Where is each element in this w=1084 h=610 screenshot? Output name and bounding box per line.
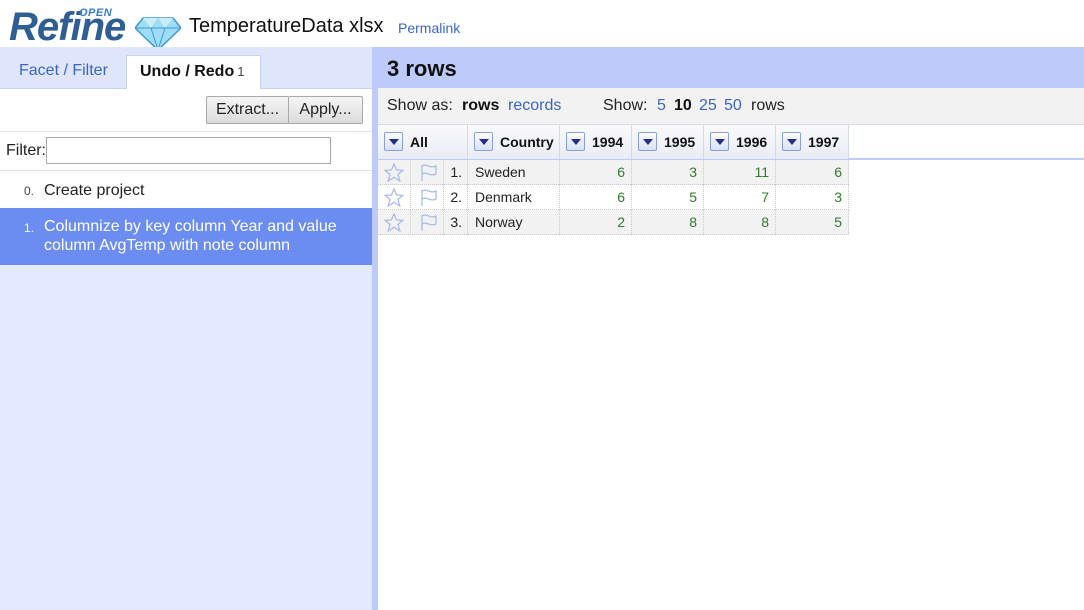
- column-header-country: Country: [468, 125, 560, 159]
- undo-toolbar: Extract... Apply...: [0, 89, 372, 132]
- page-size-5-link[interactable]: 5: [657, 97, 666, 115]
- column-menu-dropdown-icon[interactable]: [384, 132, 403, 151]
- column-menu-dropdown-icon[interactable]: [638, 132, 657, 151]
- extract-button[interactable]: Extract...: [206, 96, 289, 124]
- page-size-50-link[interactable]: 50: [724, 97, 742, 115]
- tab-facet-filter-label: Facet / Filter: [19, 62, 108, 79]
- column-header-1997: 1997: [776, 125, 849, 159]
- openrefine-logo[interactable]: Refine OPEN: [9, 4, 181, 50]
- star-cell: [378, 210, 411, 235]
- page-size-25-link[interactable]: 25: [699, 97, 717, 115]
- undo-count-badge: 1: [237, 64, 245, 79]
- page-size-label: Show:: [603, 97, 648, 114]
- permalink-link[interactable]: Permalink: [398, 20, 460, 36]
- history-filter-row: Filter:: [0, 132, 372, 171]
- history-list: 0. Create project 1. Columnize by key co…: [0, 171, 372, 265]
- table-row: 2. Denmark 6 5 7 3: [378, 185, 849, 210]
- column-header-label: 1997: [808, 134, 840, 150]
- tab-undo-redo[interactable]: Undo / Redo 1: [126, 55, 261, 90]
- cell-1995[interactable]: 8: [632, 210, 704, 235]
- undo-redo-panel: Extract... Apply... Filter: 0. Create pr…: [0, 89, 372, 610]
- flag-cell: [411, 210, 444, 235]
- row-index: 3.: [444, 210, 468, 235]
- history-item-index: 1.: [24, 221, 35, 235]
- column-header-label: 1994: [592, 134, 624, 150]
- cell-1996[interactable]: 7: [704, 185, 776, 210]
- cell-country[interactable]: Norway: [468, 210, 560, 235]
- star-icon[interactable]: [384, 163, 404, 182]
- column-menu-dropdown-icon[interactable]: [710, 132, 729, 151]
- cell-1997[interactable]: 3: [776, 185, 849, 210]
- history-item-create-project[interactable]: 0. Create project: [0, 171, 372, 208]
- cell-1995[interactable]: 3: [632, 160, 704, 185]
- tab-undo-redo-label: Undo / Redo: [140, 63, 235, 80]
- cell-1997[interactable]: 6: [776, 160, 849, 185]
- column-header-label: Country: [500, 134, 554, 150]
- page-size-10-option[interactable]: 10: [674, 97, 692, 115]
- flag-icon[interactable]: [418, 163, 438, 182]
- tab-facet-filter[interactable]: Facet / Filter: [9, 55, 118, 89]
- left-panel: Facet / Filter Undo / Redo 1 Extract... A…: [0, 47, 372, 610]
- column-menu-dropdown-icon[interactable]: [782, 132, 801, 151]
- row-index: 2.: [444, 185, 468, 210]
- star-cell: [378, 185, 411, 210]
- app-header: Refine OPEN TemperatureData xlsx Permali…: [0, 0, 1084, 50]
- column-header-1994: 1994: [560, 125, 632, 159]
- apply-button[interactable]: Apply...: [288, 96, 363, 124]
- flag-cell: [411, 185, 444, 210]
- column-header-label: 1995: [664, 134, 696, 150]
- row-count: 3 rows: [387, 56, 457, 81]
- table-row: 3. Norway 2 8 8 5: [378, 210, 849, 235]
- column-header-label: All: [410, 134, 428, 150]
- star-cell: [378, 160, 411, 185]
- cell-1994[interactable]: 2: [560, 210, 632, 235]
- cell-1995[interactable]: 5: [632, 185, 704, 210]
- star-icon[interactable]: [384, 213, 404, 232]
- history-item-index: 0.: [24, 184, 35, 198]
- cell-1996[interactable]: 8: [704, 210, 776, 235]
- table-row: 1. Sweden 6 3 11 6: [378, 160, 849, 185]
- star-icon[interactable]: [384, 188, 404, 207]
- cell-1994[interactable]: 6: [560, 185, 632, 210]
- row-index: 1.: [444, 160, 468, 185]
- table-header: All Country 1994 1995 1996 1997: [378, 125, 1084, 160]
- column-menu-dropdown-icon[interactable]: [566, 132, 585, 151]
- column-header-label: 1996: [736, 134, 768, 150]
- mode-records-link[interactable]: records: [508, 97, 561, 115]
- cell-1997[interactable]: 5: [776, 210, 849, 235]
- flag-cell: [411, 160, 444, 185]
- show-as-label: Show as:: [387, 97, 453, 114]
- history-item-label: Columnize by key column Year and value c…: [44, 218, 337, 254]
- flag-icon[interactable]: [418, 188, 438, 207]
- flag-icon[interactable]: [418, 213, 438, 232]
- filter-label: Filter:: [6, 142, 46, 159]
- history-item-columnize[interactable]: 1. Columnize by key column Year and valu…: [0, 208, 372, 265]
- logo-open-label: OPEN: [79, 7, 113, 19]
- column-header-1995: 1995: [632, 125, 704, 159]
- page-size-unit: rows: [751, 97, 785, 114]
- cell-1996[interactable]: 11: [704, 160, 776, 185]
- table-body: 1. Sweden 6 3 11 6 2. Denmark 6 5 7 3 3.…: [378, 160, 849, 235]
- diamond-icon: [135, 17, 181, 50]
- column-header-1996: 1996: [704, 125, 776, 159]
- column-header-all: All: [378, 125, 468, 159]
- cell-1994[interactable]: 6: [560, 160, 632, 185]
- column-menu-dropdown-icon[interactable]: [474, 132, 493, 151]
- left-panel-tabs: Facet / Filter Undo / Redo 1: [0, 47, 372, 90]
- history-item-label: Create project: [44, 182, 145, 199]
- summary-bar: 3 rows: [378, 47, 1084, 88]
- cell-country[interactable]: Sweden: [468, 160, 560, 185]
- view-options-bar: Show as: rows records Show: 5 10 25 50 r…: [378, 88, 1084, 125]
- data-panel: 3 rows Show as: rows records Show: 5 10 …: [378, 47, 1084, 610]
- filter-input[interactable]: [46, 137, 331, 164]
- mode-rows-option[interactable]: rows: [462, 97, 499, 115]
- cell-country[interactable]: Denmark: [468, 185, 560, 210]
- project-title[interactable]: TemperatureData xlsx: [189, 15, 384, 38]
